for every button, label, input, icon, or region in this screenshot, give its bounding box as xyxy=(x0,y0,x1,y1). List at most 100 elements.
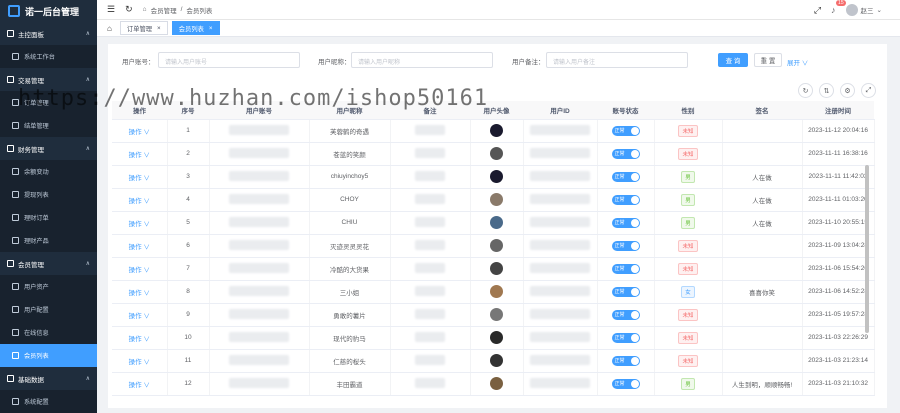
fullscreen-icon[interactable]: ⤢ xyxy=(814,5,821,16)
user-avatar[interactable] xyxy=(490,239,503,252)
user-avatar[interactable] xyxy=(490,377,503,390)
table-row[interactable]: 操作 ∨ 11 仁慈的桜头 正常 未知 2023-11-03 21:23:14 xyxy=(112,349,875,373)
row-action-dropdown[interactable]: 操作 ∨ xyxy=(112,257,168,281)
row-action-dropdown[interactable]: 操作 ∨ xyxy=(112,349,168,373)
row-index: 1 xyxy=(167,119,210,143)
table-row[interactable]: 操作 ∨ 5 CHIU 正常 男 人在做 2023-11-10 20:55:15 xyxy=(112,211,875,235)
row-action-dropdown[interactable]: 操作 ∨ xyxy=(112,372,168,396)
refresh-icon[interactable]: ↻ xyxy=(125,4,133,15)
user-menu[interactable]: 赵三 ⌄ xyxy=(845,4,882,16)
status-toggle[interactable]: 正常 xyxy=(611,263,640,274)
sidebar-item[interactable]: 订单管理 xyxy=(0,91,97,114)
breadcrumb-item[interactable]: 会员管理 xyxy=(151,5,177,15)
status-toggle[interactable]: 正常 xyxy=(611,171,640,182)
close-icon[interactable]: × xyxy=(157,25,161,32)
table-row[interactable]: 操作 ∨ 4 CHOY 正常 男 人在做 2023-11-11 01:03:20 xyxy=(112,188,875,212)
user-avatar[interactable] xyxy=(490,285,503,298)
user-avatar[interactable] xyxy=(490,124,503,137)
row-action-dropdown[interactable]: 操作 ∨ xyxy=(112,119,168,143)
remark-cell xyxy=(390,280,471,304)
sidebar-item[interactable]: 会员列表 xyxy=(0,344,97,367)
gender-tag: 男 xyxy=(681,170,695,183)
sidebar-item[interactable]: 理财产品 xyxy=(0,229,97,252)
home-tab-icon[interactable]: ⌂ xyxy=(107,24,112,33)
sidebar-group[interactable]: 交易管理 ∧ xyxy=(0,68,97,91)
account-cell xyxy=(209,142,310,166)
nickname-input[interactable]: 请输入用户昵称 xyxy=(351,52,493,68)
sidebar-group[interactable]: 基础数据 ∧ xyxy=(0,367,97,390)
user-avatar[interactable] xyxy=(490,147,503,160)
home-icon[interactable]: ⌂ xyxy=(143,6,147,13)
status-toggle[interactable]: 正常 xyxy=(611,332,640,343)
sidebar-item[interactable]: 提现列表 xyxy=(0,183,97,206)
sidebar-item[interactable]: 结单管理 xyxy=(0,114,97,137)
user-avatar[interactable] xyxy=(490,193,503,206)
sidebar-item[interactable]: 用户资产 xyxy=(0,275,97,298)
sidebar-item[interactable]: 余额变动 xyxy=(0,160,97,183)
user-avatar[interactable] xyxy=(490,170,503,183)
table-row[interactable]: 操作 ∨ 7 冷酷的大货果 正常 未知 2023-11-06 15:54:20 xyxy=(112,257,875,281)
gender-cell: 未知 xyxy=(654,119,723,143)
sidebar-item[interactable]: 系统配置 xyxy=(0,390,97,413)
sidebar-item[interactable]: 在线信息 xyxy=(0,321,97,344)
row-action-dropdown[interactable]: 操作 ∨ xyxy=(112,188,168,212)
user-avatar[interactable] xyxy=(490,216,503,229)
table-row[interactable]: 操作 ∨ 1 芙蓉鹤的奇遇 正常 未知 2023-11-12 20:04:16 xyxy=(112,119,875,143)
user-avatar[interactable] xyxy=(490,262,503,275)
table-row[interactable]: 操作 ∨ 3 chiuyinchoy5 正常 男 人在做 2023-11-11 11:42:… xyxy=(112,165,875,189)
fullscreen-table-icon[interactable]: ⤢ xyxy=(861,83,876,98)
row-action-dropdown[interactable]: 操作 ∨ xyxy=(112,234,168,258)
status-toggle[interactable]: 正常 xyxy=(611,148,640,159)
user-avatar[interactable] xyxy=(490,331,503,344)
tab-order-management[interactable]: 订单管理 × xyxy=(119,21,168,35)
refresh-table-icon[interactable]: ↻ xyxy=(798,83,813,98)
status-toggle[interactable]: 正常 xyxy=(611,125,640,136)
account-input[interactable]: 请输入用户账号 xyxy=(158,52,300,68)
user-avatar[interactable] xyxy=(490,354,503,367)
table-scrollbar[interactable] xyxy=(865,165,869,333)
row-action-dropdown[interactable]: 操作 ∨ xyxy=(112,303,168,327)
status-toggle[interactable]: 正常 xyxy=(611,240,640,251)
expand-link[interactable]: 展开 ∨ xyxy=(787,57,808,67)
row-action-dropdown[interactable]: 操作 ∨ xyxy=(112,280,168,304)
status-toggle[interactable]: 正常 xyxy=(611,378,640,389)
sidebar-group[interactable]: 财务管理 ∧ xyxy=(0,137,97,160)
search-button[interactable]: 查 询 xyxy=(718,53,748,67)
menu-toggle-icon[interactable]: ☰ xyxy=(107,4,115,15)
density-icon[interactable]: ⇅ xyxy=(819,83,834,98)
row-action-dropdown[interactable]: 操作 ∨ xyxy=(112,326,168,350)
status-toggle[interactable]: 正常 xyxy=(611,217,640,228)
table-row[interactable]: 操作 ∨ 6 灭迹灵灵灵花 正常 未知 2023-11-09 13:04:28 xyxy=(112,234,875,258)
remark-input[interactable]: 请输入用户备注 xyxy=(546,52,688,68)
row-action-dropdown[interactable]: 操作 ∨ xyxy=(112,165,168,189)
status-toggle[interactable]: 正常 xyxy=(611,309,640,320)
user-avatar[interactable] xyxy=(490,308,503,321)
sidebar-item[interactable]: 用户配置 xyxy=(0,298,97,321)
menu-group-icon xyxy=(7,145,14,152)
table-row[interactable]: 操作 ∨ 9 勇敢的薯片 正常 未知 2023-11-05 19:57:28 xyxy=(112,303,875,327)
sidebar-item[interactable]: 系统工作台 xyxy=(0,45,97,68)
status-toggle[interactable]: 正常 xyxy=(611,355,640,366)
row-action-dropdown[interactable]: 操作 ∨ xyxy=(112,211,168,235)
filter-form: 用户账号： 请输入用户账号 用户昵称： 请输入用户昵称 用户备注： 请输入用户备… xyxy=(108,52,887,70)
table-row[interactable]: 操作 ∨ 2 苍蓝的笑颜 正常 未知 2023-11-11 16:38:16 xyxy=(112,142,875,166)
avatar-cell xyxy=(470,303,524,327)
status-toggle[interactable]: 正常 xyxy=(611,286,640,297)
table-row[interactable]: 操作 ∨ 8 三小姐 正常 女 喜喜你笑 2023-11-06 14:52:28 xyxy=(112,280,875,304)
status-toggle[interactable]: 正常 xyxy=(611,194,640,205)
reset-button[interactable]: 重 置 xyxy=(754,53,782,67)
user-name: 赵三 xyxy=(860,8,874,15)
bell-icon[interactable]: ♪ 15 xyxy=(831,0,846,15)
table-row[interactable]: 操作 ∨ 10 现代的豹马 正常 未知 2023-11-03 22:26:29 xyxy=(112,326,875,350)
table-row[interactable]: 操作 ∨ 12 丰田霸道 正常 男 人生到明，顺顺畅畅! 2023-11-03 21:10:… xyxy=(112,372,875,396)
sidebar-item[interactable]: 理财订单 xyxy=(0,206,97,229)
column-settings-icon[interactable]: ⚙ xyxy=(840,83,855,98)
sidebar-group[interactable]: 主控面板 ∧ xyxy=(0,22,97,45)
redacted-remark xyxy=(415,216,445,227)
column-header: 用户ID xyxy=(523,101,597,120)
row-action-dropdown[interactable]: 操作 ∨ xyxy=(112,142,168,166)
tab-member-list[interactable]: 会员列表 × xyxy=(171,21,220,35)
signature-cell xyxy=(722,326,803,350)
sidebar-group[interactable]: 会员管理 ∧ xyxy=(0,252,97,275)
close-icon[interactable]: × xyxy=(209,25,213,32)
